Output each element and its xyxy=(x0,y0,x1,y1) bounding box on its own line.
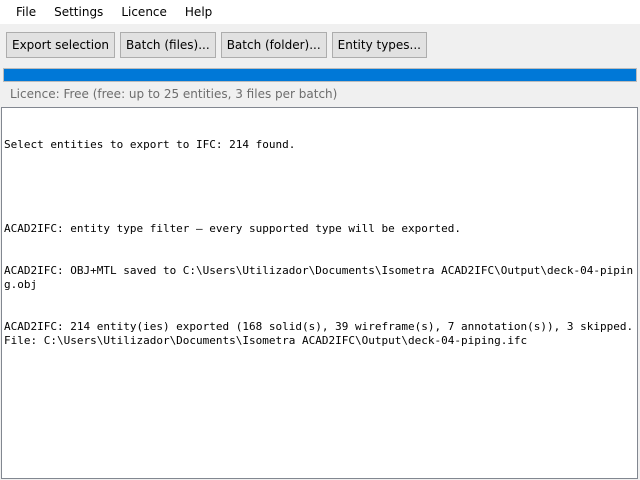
menu-help[interactable]: Help xyxy=(176,0,221,24)
log-line: ACAD2IFC: OBJ+MTL saved to C:\Users\Util… xyxy=(4,264,634,291)
output-log[interactable]: Select entities to export to IFC: 214 fo… xyxy=(1,107,638,479)
menu-settings[interactable]: Settings xyxy=(45,0,112,24)
batch-folder-button[interactable]: Batch (folder)... xyxy=(220,32,327,58)
menu-bar: File Settings Licence Help xyxy=(0,0,640,24)
entity-types-button[interactable]: Entity types... xyxy=(331,32,427,58)
toolbar: Export selection Batch (files)... Batch … xyxy=(0,26,640,64)
progress-bar xyxy=(3,68,637,82)
licence-status-text: Licence: Free (free: up to 25 entities, … xyxy=(10,87,338,101)
log-line: Select entities to export to IFC: 214 fo… xyxy=(4,138,296,151)
batch-files-button[interactable]: Batch (files)... xyxy=(120,32,216,58)
main-window: File Settings Licence Help Export select… xyxy=(0,0,640,480)
progress-bar-fill xyxy=(4,69,636,81)
menu-file[interactable]: File xyxy=(7,0,45,24)
menu-licence[interactable]: Licence xyxy=(112,0,176,24)
export-selection-button[interactable]: Export selection xyxy=(6,32,116,58)
log-line: ACAD2IFC: 214 entity(ies) exported (168 … xyxy=(4,320,634,347)
log-line: ACAD2IFC: entity type filter — every sup… xyxy=(4,222,461,235)
